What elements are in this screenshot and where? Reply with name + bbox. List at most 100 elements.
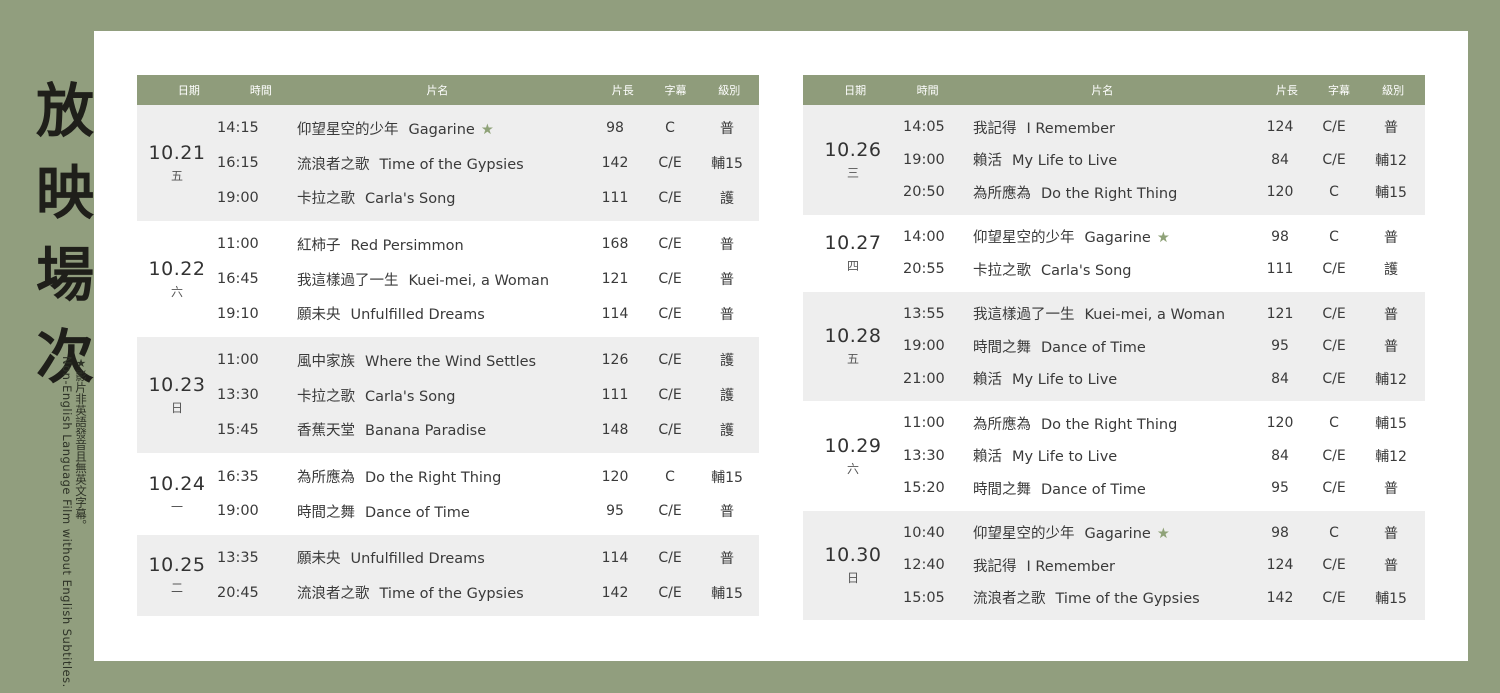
film-title-en: Do the Right Thing: [1041, 185, 1178, 202]
subtitle-cell: C/E: [1322, 480, 1346, 497]
screening-row: 12:40 我記得 I Remember 124 C/E 普: [903, 549, 1425, 582]
film-title-zh: 願未央: [297, 307, 341, 324]
film-title-en: Do the Right Thing: [365, 470, 502, 487]
rating-cell: 普: [720, 237, 734, 254]
weekday-label: 四: [846, 259, 859, 273]
header-film: 片名: [426, 84, 449, 97]
film-title-en: Dance of Time: [1041, 339, 1146, 356]
subtitle-cell: C: [1329, 524, 1339, 541]
time-cell: 15:45: [217, 421, 259, 438]
length-cell: 121: [1266, 305, 1294, 322]
date-group: 10.28 五 13:55 我這樣過了一生 Kuei-mei, a Woman 121 C/…: [803, 291, 1425, 401]
header-subtitle: 字幕: [1328, 84, 1351, 97]
film-cell: 風中家族 Where the Wind Settles: [297, 350, 585, 371]
header-length: 片長: [611, 84, 634, 97]
screening-row: 13:30 賴活 My Life to Live 84 C/E 輔12: [903, 440, 1425, 473]
film-cell: 流浪者之歌 Time of the Gypsies: [297, 582, 585, 603]
film-title-en: My Life to Live: [1012, 153, 1118, 170]
film-title-zh: 卡拉之歌: [297, 388, 355, 405]
film-cell: 仰望星空的少年 Gagarine ★: [973, 226, 1249, 247]
subtitle-cell: C/E: [1322, 589, 1346, 606]
film-title-en: Carla's Song: [1041, 262, 1132, 279]
rating-cell: 普: [720, 504, 734, 521]
film-title-zh: 卡拉之歌: [297, 191, 355, 208]
film-title-en: Where the Wind Settles: [365, 353, 537, 370]
title-char: 場: [36, 241, 95, 309]
header-date: 日期: [844, 84, 867, 97]
rating-cell: 普: [720, 121, 734, 138]
screening-list: 13:35 願未央 Unfulfilled Dreams 114 C/E 普 20:45 流浪…: [217, 535, 759, 616]
table-body: 10.26 三 14:05 我記得 I Remember 124 C/E 普 19:00 賴活 My…: [803, 105, 1425, 620]
schedule-table-right: 日期 時間 片名 片長 字幕 級別 10.26 三 14:05 我記得 I Rememb…: [803, 75, 1425, 620]
film-cell: 卡拉之歌 Carla's Song: [297, 187, 585, 208]
film-title-en: Do the Right Thing: [1041, 416, 1178, 433]
film-cell: 卡拉之歌 Carla's Song: [297, 385, 585, 406]
date-label: 10.24: [148, 472, 206, 495]
length-cell: 98: [1271, 228, 1289, 245]
subtitle-cell: C/E: [658, 549, 682, 566]
film-title-zh: 風中家族: [297, 353, 355, 370]
screening-row: 20:55 卡拉之歌 Carla's Song 111 C/E 護: [903, 253, 1425, 286]
film-title-zh: 卡拉之歌: [973, 262, 1031, 279]
title-char: 放: [36, 77, 95, 145]
film-title-en: Gagarine: [1084, 526, 1151, 543]
film-cell: 流浪者之歌 Time of the Gypsies: [973, 587, 1249, 608]
weekday-label: 日: [170, 401, 183, 416]
film-title-en: Banana Paradise: [365, 423, 487, 440]
rating-cell: 普: [1384, 120, 1398, 137]
date-cell: 10.30 日: [803, 511, 903, 621]
rating-cell: 普: [720, 272, 734, 289]
rating-cell: 護: [720, 353, 734, 370]
time-cell: 19:00: [217, 503, 259, 520]
rating-cell: 輔15: [711, 156, 743, 173]
subtitle-cell: C/E: [658, 387, 682, 404]
film-title-zh: 時間之舞: [297, 504, 355, 521]
rating-cell: 護: [1384, 262, 1398, 279]
length-cell: 148: [601, 421, 629, 438]
length-cell: 111: [1266, 261, 1294, 278]
time-cell: 13:55: [903, 305, 945, 322]
date-label: 10.25: [148, 554, 206, 577]
film-title-zh: 賴活: [973, 372, 1002, 389]
rating-cell: 普: [1384, 306, 1398, 323]
date-group: 10.21 五 14:15 仰望星空的少年 Gagarine ★ 98 C 普 16:15 流浪者之…: [137, 105, 759, 222]
subtitle-cell: C: [665, 468, 675, 485]
film-cell: 賴活 My Life to Live: [973, 368, 1249, 389]
star-icon: ★: [480, 121, 494, 138]
date-group: 10.23 日 11:00 風中家族 Where the Wind Settles 126…: [137, 337, 759, 454]
screening-row: 14:05 我記得 I Remember 124 C/E 普: [903, 111, 1425, 144]
film-cell: 為所應為 Do the Right Thing: [973, 413, 1249, 434]
time-cell: 11:00: [217, 352, 259, 369]
date-label: 10.28: [824, 325, 882, 348]
note-zh: ★影片非英語發音且無英文字幕。: [74, 356, 88, 531]
film-title-en: Gagarine: [1084, 230, 1151, 247]
length-cell: 120: [1266, 184, 1294, 201]
rating-cell: 普: [1384, 229, 1398, 246]
film-title-zh: 仰望星空的少年: [973, 526, 1075, 543]
film-title-zh: 仰望星空的少年: [297, 121, 399, 138]
film-title-en: Kuei-mei, a Woman: [408, 272, 550, 289]
time-cell: 19:00: [903, 151, 945, 168]
time-cell: 15:20: [903, 480, 945, 497]
subtitle-cell: C/E: [1322, 447, 1346, 464]
subtitle-cell: C/E: [658, 584, 682, 601]
weekday-label: 六: [170, 285, 183, 300]
header-rating: 級別: [718, 84, 741, 97]
screening-row: 15:20 時間之舞 Dance of Time 95 C/E 普: [903, 472, 1425, 505]
screening-list: 11:00 為所應為 Do the Right Thing 120 C 輔15 13:30 賴…: [903, 401, 1425, 511]
subtitle-cell: C/E: [658, 271, 682, 288]
length-cell: 114: [601, 549, 629, 566]
time-cell: 14:15: [217, 120, 259, 137]
screening-row: 20:50 為所應為 Do the Right Thing 120 C 輔15: [903, 176, 1425, 209]
date-group: 10.29 六 11:00 為所應為 Do the Right Thing 120 C 輔15…: [803, 401, 1425, 511]
subtitle-cell: C/E: [1322, 557, 1346, 574]
subtitle-cell: C/E: [658, 305, 682, 322]
screening-row: 10:40 仰望星空的少年 Gagarine ★ 98 C 普: [903, 517, 1425, 550]
length-cell: 84: [1271, 151, 1289, 168]
film-cell: 仰望星空的少年 Gagarine ★: [297, 118, 585, 139]
subtitle-cell: C/E: [1322, 338, 1346, 355]
length-cell: 168: [601, 236, 629, 253]
time-cell: 13:30: [903, 447, 945, 464]
subtitle-cell: C/E: [658, 421, 682, 438]
rating-cell: 輔15: [711, 585, 743, 602]
